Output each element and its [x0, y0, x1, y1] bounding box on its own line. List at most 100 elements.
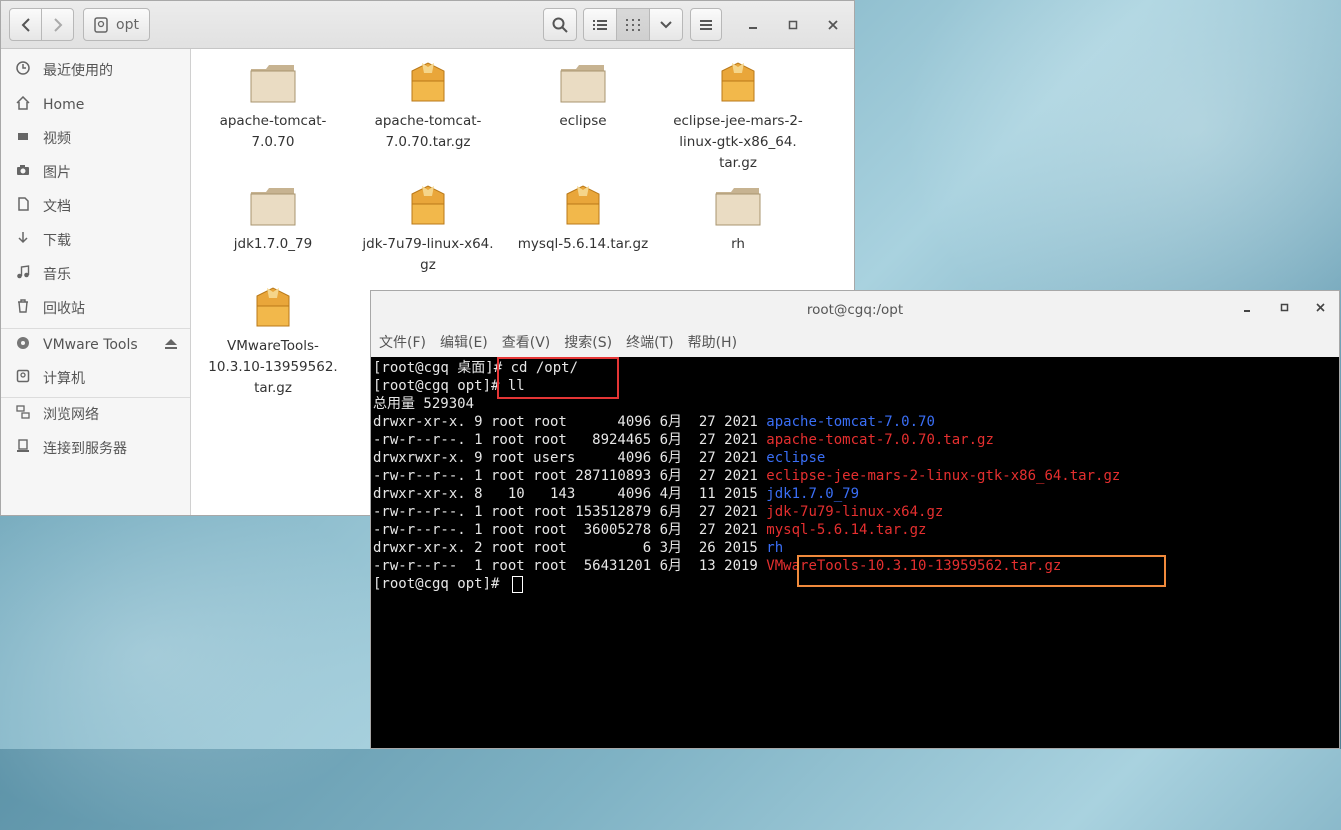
menu-edit[interactable]: 编辑(E)	[440, 329, 488, 357]
menu-file[interactable]: 文件(F)	[379, 329, 426, 357]
file-item[interactable]: apache-tomcat- 7.0.70.tar.gz	[353, 59, 503, 153]
file-item[interactable]: jdk1.7.0_79	[198, 182, 348, 255]
file-name: gz	[420, 257, 436, 273]
sidebar-item-browse-network[interactable]: 浏览网络	[1, 399, 190, 429]
sidebar-item-videos[interactable]: 视频	[1, 123, 190, 153]
listing-row: -rw-r--r--. 1 root root 8924465 6月 27 20…	[373, 431, 994, 449]
sidebar-item-documents[interactable]: 文档	[1, 191, 190, 221]
view-options-button[interactable]	[649, 8, 683, 41]
menu-terminal[interactable]: 终端(T)	[626, 329, 673, 357]
close-icon	[1316, 303, 1325, 312]
download-icon	[15, 231, 31, 249]
file-item[interactable]: VMwareTools- 10.3.10-13959562. tar.gz	[198, 284, 348, 399]
sidebar-item-label: 浏览网络	[43, 407, 99, 423]
file-name: linux-gtk-x86_64.	[679, 134, 797, 150]
file-name: apache-tomcat-	[374, 113, 482, 129]
sidebar-item-label: VMware Tools	[43, 337, 138, 353]
sidebar: 最近使用的 Home 视频 图片 文档 下载 音乐 回收站 VMware Too…	[1, 49, 191, 515]
sidebar-item-home[interactable]: Home	[1, 90, 190, 120]
sidebar-item-music[interactable]: 音乐	[1, 259, 190, 289]
document-icon	[15, 197, 31, 215]
folder-icon	[663, 182, 813, 226]
file-item[interactable]: mysql-5.6.14.tar.gz	[508, 182, 658, 255]
close-button[interactable]	[819, 8, 847, 41]
minimize-icon	[749, 26, 757, 29]
listing-meta: drwxr-xr-x. 8 10 143 4096 4月 11 2015	[373, 486, 767, 502]
sidebar-item-label: 回收站	[43, 301, 85, 317]
menu-view[interactable]: 查看(V)	[502, 329, 551, 357]
listing-row: drwxr-xr-x. 8 10 143 4096 4月 11 2015 jdk…	[373, 485, 859, 503]
sidebar-item-label: 连接到服务器	[43, 441, 127, 457]
archive-icon	[198, 284, 348, 328]
hamburger-icon	[700, 19, 712, 30]
text-cursor	[511, 575, 523, 593]
maximize-button[interactable]	[1280, 302, 1290, 316]
menu-search[interactable]: 搜索(S)	[564, 329, 612, 357]
listing-row: drwxrwxr-x. 9 root users 4096 6月 27 2021…	[373, 449, 825, 467]
file-item[interactable]: eclipse	[508, 59, 658, 132]
file-item[interactable]: rh	[663, 182, 813, 255]
file-item[interactable]: apache-tomcat- 7.0.70	[198, 59, 348, 153]
file-name: mysql-5.6.14.tar.gz	[517, 236, 649, 252]
listing-name: eclipse	[766, 450, 826, 466]
file-name: rh	[731, 236, 745, 252]
terminal-screen[interactable]: [root@cgq 桌面]# cd /opt/ [root@cgq opt]# …	[371, 357, 1339, 748]
file-name: 10.3.10-13959562.	[208, 359, 338, 375]
sidebar-item-label: 下载	[43, 233, 71, 249]
listing-row: drwxr-xr-x. 9 root root 4096 6月 27 2021 …	[373, 413, 935, 431]
archive-icon	[353, 182, 503, 226]
menu-help[interactable]: 帮助(H)	[688, 329, 737, 357]
sidebar-item-label: Home	[43, 97, 85, 113]
file-item[interactable]: jdk-7u79-linux-x64. gz	[353, 182, 503, 276]
sidebar-item-downloads[interactable]: 下载	[1, 225, 190, 255]
sidebar-item-computer[interactable]: 计算机	[1, 363, 190, 393]
file-name: tar.gz	[254, 380, 292, 396]
sidebar-item-label: 文档	[43, 199, 71, 215]
sidebar-item-label: 计算机	[43, 371, 85, 387]
file-name: eclipse	[559, 113, 607, 129]
listing-meta: drwxr-xr-x. 2 root root 6 3月 26 2015	[373, 540, 767, 556]
archive-icon	[663, 59, 813, 103]
file-name: eclipse-jee-mars-2-	[673, 113, 803, 129]
sidebar-item-label: 音乐	[43, 267, 71, 283]
archive-icon	[353, 59, 503, 103]
search-button[interactable]	[543, 8, 577, 41]
sidebar-item-connect-server[interactable]: 连接到服务器	[1, 433, 190, 463]
trash-icon	[15, 299, 31, 317]
path-bar-opt[interactable]: opt	[83, 8, 150, 41]
list-view-button[interactable]	[583, 8, 617, 41]
listing-row: -rw-r--r--. 1 root root 153512879 6月 27 …	[373, 503, 943, 521]
sidebar-item-pictures[interactable]: 图片	[1, 157, 190, 187]
file-name: jdk-7u79-linux-x64.	[362, 236, 494, 252]
minimize-button[interactable]	[1243, 302, 1253, 316]
folder-icon	[508, 59, 658, 103]
close-button[interactable]	[1316, 302, 1326, 316]
listing-name: rh	[766, 540, 784, 556]
back-button[interactable]	[9, 8, 42, 41]
eject-icon[interactable]	[164, 338, 178, 353]
search-icon	[552, 17, 568, 33]
maximize-button[interactable]	[779, 8, 807, 41]
grid-view-button[interactable]	[616, 8, 650, 41]
file-name: jdk1.7.0_79	[233, 236, 313, 252]
chevron-right-icon	[53, 17, 62, 32]
sidebar-item-label: 最近使用的	[43, 63, 113, 79]
forward-button[interactable]	[41, 8, 74, 41]
listing-name: eclipse-jee-mars-2-linux-gtk-x86_64.tar.…	[766, 468, 1121, 484]
sidebar-item-recent[interactable]: 最近使用的	[1, 55, 190, 85]
minimize-icon	[1244, 310, 1250, 312]
sidebar-item-vmware-tools[interactable]: VMware Tools	[1, 330, 190, 360]
video-icon	[15, 129, 31, 147]
listing-meta: -rw-r--r--. 1 root root 36005278 6月 27 2…	[373, 522, 767, 538]
file-item[interactable]: eclipse-jee-mars-2- linux-gtk-x86_64. ta…	[663, 59, 813, 174]
listing-row: -rw-r--r--. 1 root root 287110893 6月 27 …	[373, 467, 1120, 485]
path-label: opt	[116, 16, 139, 33]
listing-name: apache-tomcat-7.0.70	[766, 414, 935, 430]
sidebar-item-trash[interactable]: 回收站	[1, 293, 190, 323]
terminal-prompt: [root@cgq opt]#	[373, 575, 523, 593]
menu-button[interactable]	[690, 8, 722, 41]
folder-icon	[198, 59, 348, 103]
minimize-button[interactable]	[739, 8, 767, 41]
chevron-left-icon	[21, 17, 30, 32]
file-name: apache-tomcat-	[219, 113, 327, 129]
